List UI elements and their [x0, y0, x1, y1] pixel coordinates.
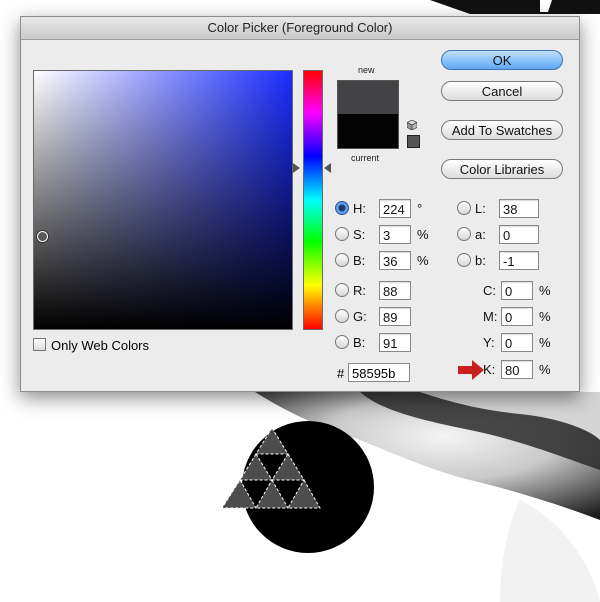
yellow-unit: %	[539, 335, 551, 350]
b-channel-radio[interactable]	[457, 253, 471, 267]
b-channel-row: b: -1	[457, 251, 567, 271]
a-channel-radio[interactable]	[457, 227, 471, 241]
red-row: R: 88	[335, 281, 445, 301]
current-color-swatch[interactable]	[337, 114, 399, 149]
color-picker-dialog: Color Picker (Foreground Color) new curr…	[20, 16, 580, 392]
saturation-input[interactable]: 3	[379, 225, 411, 244]
magenta-unit: %	[539, 309, 551, 324]
hex-hash-label: #	[337, 366, 345, 381]
blue-input[interactable]: 91	[379, 333, 411, 352]
ok-button[interactable]: OK	[441, 50, 563, 70]
lightness-label: L:	[475, 201, 486, 216]
lightness-row: L: 38	[457, 199, 567, 219]
green-radio[interactable]	[335, 309, 349, 323]
green-input[interactable]: 89	[379, 307, 411, 326]
brightness-label: B:	[353, 253, 366, 268]
magenta-label: M:	[483, 309, 498, 324]
hue-label: H:	[353, 201, 366, 216]
new-color-swatch	[337, 80, 399, 115]
black-unit: %	[539, 362, 551, 377]
brightness-radio[interactable]	[335, 253, 349, 267]
hue-radio[interactable]	[335, 201, 349, 215]
cyan-row: C: 0 %	[483, 281, 563, 301]
blue-label: B:	[353, 335, 366, 350]
cancel-button[interactable]: Cancel	[441, 81, 563, 101]
brightness-unit: %	[417, 253, 429, 268]
saturation-label: S:	[353, 227, 366, 242]
cyan-label: C:	[483, 283, 496, 298]
color-field-cursor[interactable]	[37, 231, 48, 242]
saturation-row: S: 3 %	[335, 225, 445, 245]
black-label: K:	[483, 362, 496, 377]
color-field[interactable]	[33, 70, 293, 330]
magenta-input[interactable]: 0	[501, 307, 533, 326]
yellow-input[interactable]: 0	[501, 333, 533, 352]
only-web-colors-checkbox[interactable]	[33, 338, 46, 351]
cyan-unit: %	[539, 283, 551, 298]
hue-slider-left-handle[interactable]	[293, 163, 300, 173]
red-input[interactable]: 88	[379, 281, 411, 300]
dialog-title: Color Picker (Foreground Color)	[21, 17, 579, 40]
saturation-unit: %	[417, 227, 429, 242]
blue-radio[interactable]	[335, 335, 349, 349]
magenta-row: M: 0 %	[483, 307, 563, 327]
cube-icon[interactable]	[407, 120, 417, 130]
green-label: G:	[353, 309, 367, 324]
current-color-label: current	[351, 153, 380, 163]
lightness-radio[interactable]	[457, 201, 471, 215]
hue-input[interactable]: 224	[379, 199, 411, 218]
hue-slider[interactable]	[303, 70, 323, 330]
hue-row: H: 224 °	[335, 199, 445, 219]
green-row: G: 89	[335, 307, 445, 327]
red-label: R:	[353, 283, 366, 298]
a-channel-row: a: 0	[457, 225, 567, 245]
color-libraries-button[interactable]: Color Libraries	[441, 159, 563, 179]
new-color-label: new	[358, 65, 375, 75]
yellow-label: Y:	[483, 335, 495, 350]
a-channel-input[interactable]: 0	[499, 225, 539, 244]
saturation-radio[interactable]	[335, 227, 349, 241]
black-input[interactable]: 80	[501, 360, 533, 379]
brightness-row: B: 36 %	[335, 251, 445, 271]
red-radio[interactable]	[335, 283, 349, 297]
hex-input[interactable]: 58595b	[348, 363, 410, 382]
only-web-colors-label: Only Web Colors	[51, 338, 150, 353]
b-channel-label: b:	[475, 253, 486, 268]
lightness-input[interactable]: 38	[499, 199, 539, 218]
brightness-input[interactable]: 36	[379, 251, 411, 270]
add-to-swatches-button[interactable]: Add To Swatches	[441, 120, 563, 140]
b-channel-input[interactable]: -1	[499, 251, 539, 270]
red-arrow-icon	[458, 360, 484, 380]
yellow-row: Y: 0 %	[483, 333, 563, 353]
hue-unit: °	[417, 201, 423, 216]
gamut-swatch[interactable]	[407, 135, 420, 148]
cyan-input[interactable]: 0	[501, 281, 533, 300]
a-channel-label: a:	[475, 227, 486, 242]
black-row: K: 80 %	[483, 360, 563, 380]
hue-slider-right-handle[interactable]	[324, 163, 331, 173]
blue-row: B: 91	[335, 333, 445, 353]
